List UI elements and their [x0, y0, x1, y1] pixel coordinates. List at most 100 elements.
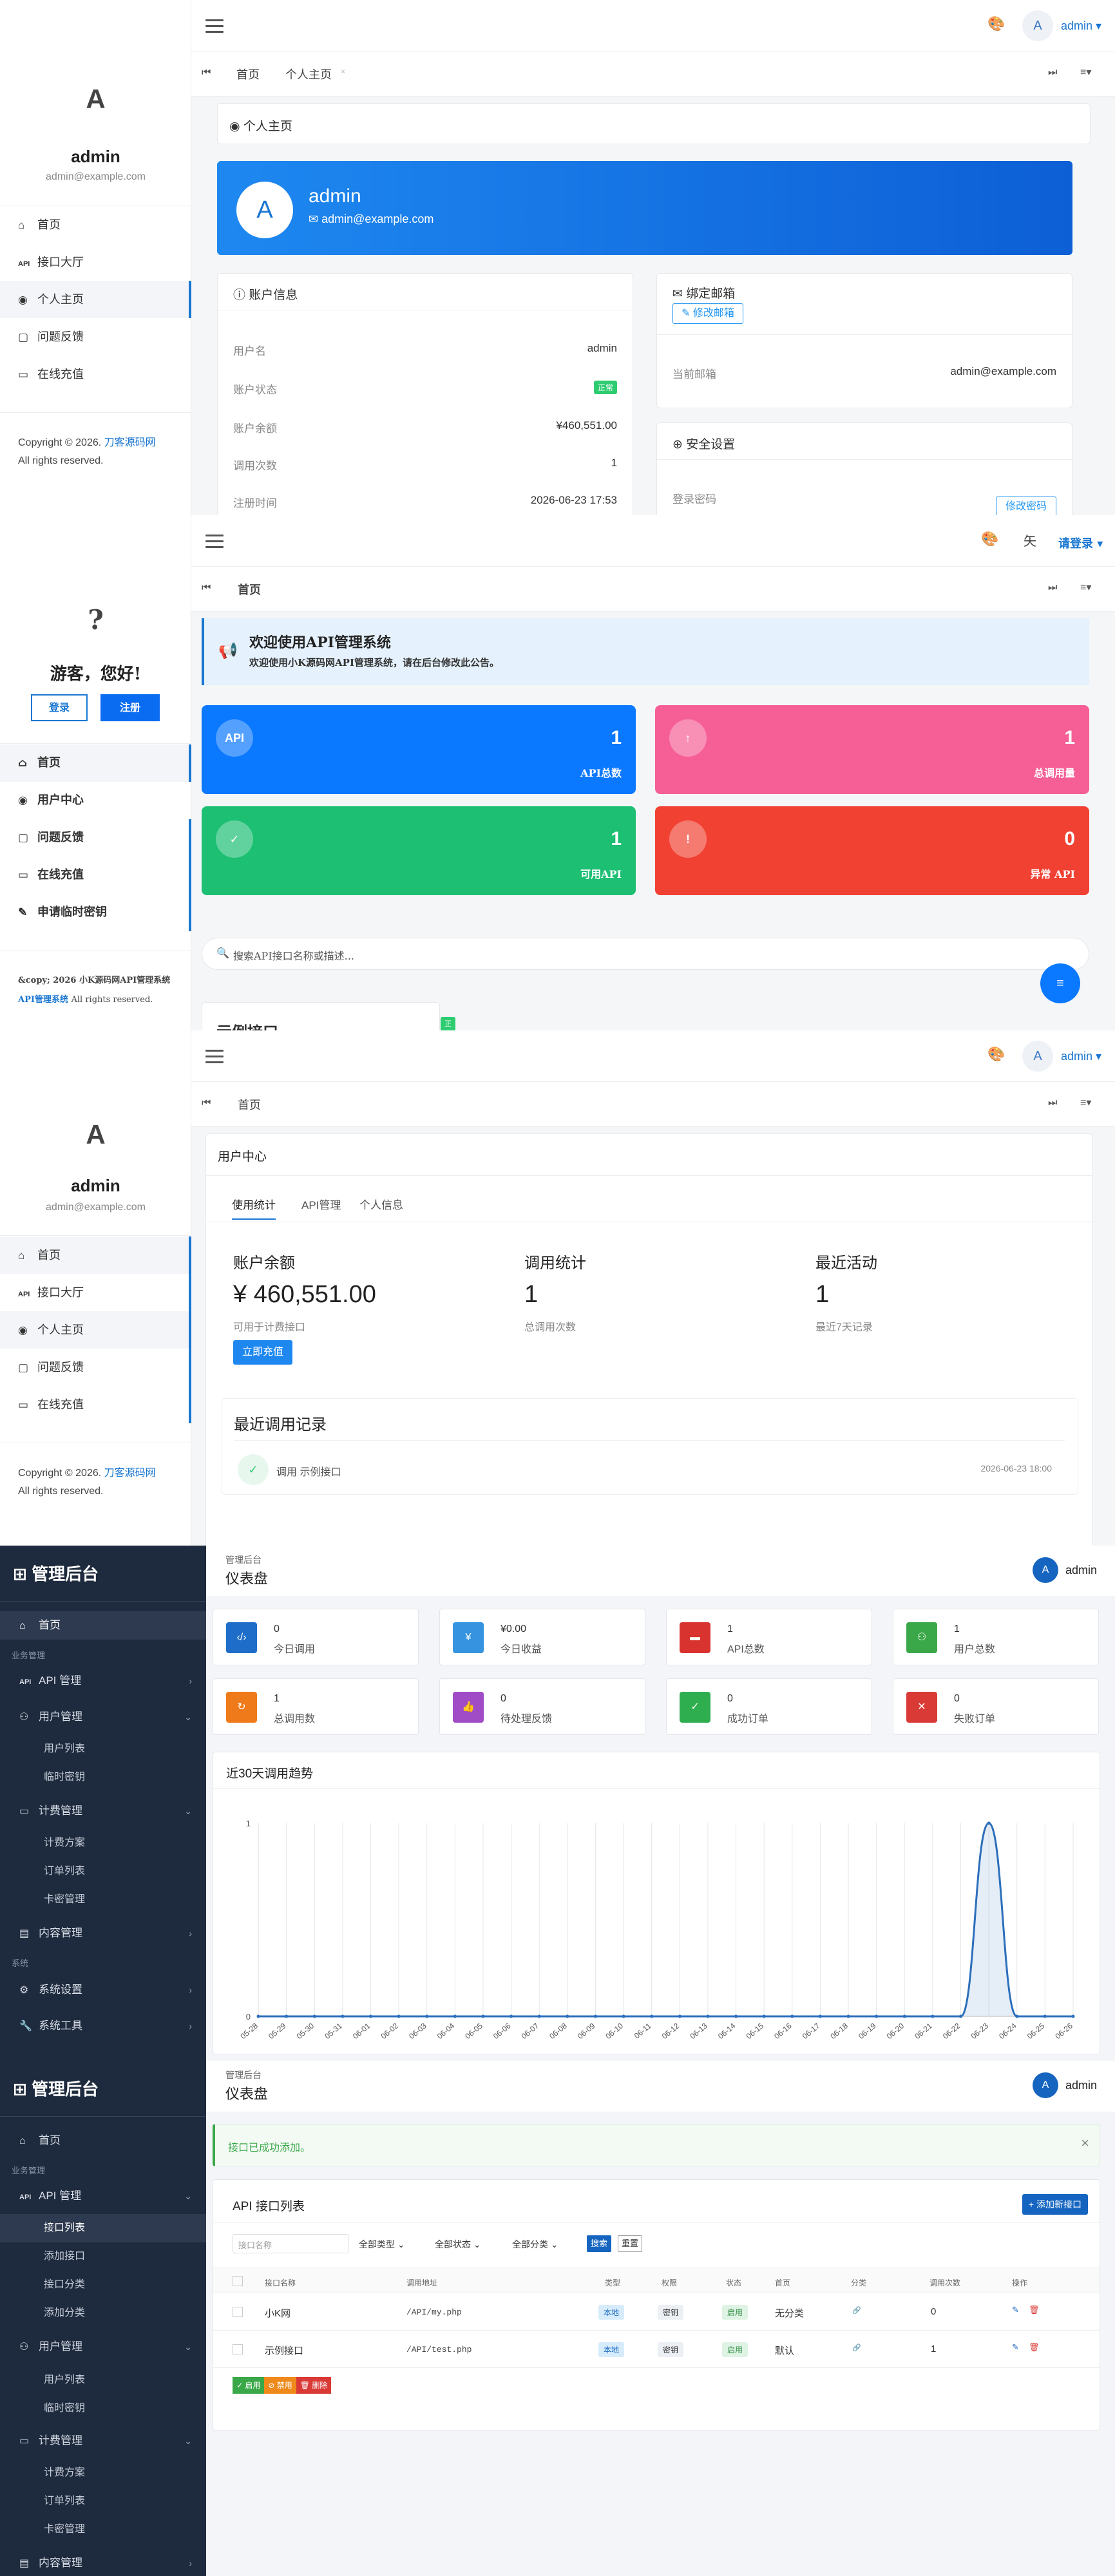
palette-icon[interactable]: 🎨 — [987, 1046, 1005, 1063]
change-password-button[interactable]: 修改密码 — [996, 497, 1056, 515]
link-icon[interactable]: 🔗 — [852, 2344, 861, 2352]
tab-prev-icon[interactable]: ⏮ — [202, 1097, 211, 1109]
recharge-button[interactable]: 立即充值 — [233, 1340, 292, 1365]
tab-profile[interactable]: 个人主页 — [285, 66, 332, 82]
login-menu[interactable]: 请登录 ▾ — [1058, 535, 1103, 551]
user-menu[interactable]: admin ▾ — [1061, 19, 1101, 33]
footer-link[interactable]: API管理系统 — [18, 995, 68, 1005]
nav-cards[interactable]: 卡密管理 — [0, 2515, 206, 2544]
menu-toggle-icon[interactable] — [205, 19, 224, 33]
footer-link[interactable]: 刀客源码网 — [104, 1468, 156, 1479]
tab-home[interactable]: 首页 — [238, 581, 261, 598]
nav-home[interactable]: ⌂ 首页 — [0, 1611, 206, 1640]
palette-icon[interactable]: 🎨 — [981, 531, 998, 547]
nav-content[interactable]: ▤ 内容管理 › — [0, 2549, 206, 2576]
nav-plans[interactable]: 计费方案 — [0, 2459, 206, 2487]
avatar[interactable]: A — [1033, 1557, 1058, 1583]
nav-orders[interactable]: 订单列表 — [0, 2487, 206, 2515]
nav-user-list[interactable]: 用户列表 — [0, 1735, 206, 1763]
sidebar-item-feedback[interactable]: ▢ 问题反馈 — [0, 318, 191, 355]
admin-username[interactable]: admin — [1065, 2079, 1097, 2092]
bulk-enable-button[interactable]: ✓ 启用 — [233, 2377, 265, 2394]
nav-orders[interactable]: 订单列表 — [0, 1857, 206, 1886]
nav-user[interactable]: ⚇ 用户管理 ⌄ — [0, 1703, 206, 1731]
nav-category-add[interactable]: 添加分类 — [0, 2299, 206, 2327]
footer-link[interactable]: 刀客源码网 — [104, 437, 156, 448]
tab-api-manage[interactable]: API管理 — [301, 1196, 341, 1212]
sidebar-item-recharge[interactable]: ▭ 在线充值 — [0, 355, 191, 393]
link-icon[interactable]: 🔗 — [852, 2306, 861, 2315]
tab-menu-icon[interactable]: ≡▾ — [1080, 581, 1091, 594]
register-button[interactable]: 注册 — [100, 694, 160, 721]
row-checkbox[interactable] — [233, 2344, 243, 2354]
bulk-disable-button[interactable]: ⊘ 禁用 — [264, 2377, 296, 2394]
nav-api[interactable]: API API 管理 › — [0, 1667, 206, 1695]
nav-api[interactable]: API API 管理 ⌄ — [0, 2182, 206, 2210]
admin-username[interactable]: admin — [1065, 1564, 1097, 1577]
tab-next-icon[interactable]: ⏭ — [1048, 582, 1057, 594]
edit-icon[interactable]: ✎ — [1012, 2342, 1019, 2353]
select-all-checkbox[interactable] — [233, 2276, 243, 2286]
sidebar-item-profile[interactable]: ◉ 个人主页 — [0, 281, 191, 318]
type-select[interactable]: 全部类型 ⌄ — [359, 2238, 405, 2251]
nav-cards[interactable]: 卡密管理 — [0, 1886, 206, 1914]
tab-prev-icon[interactable]: ⏮ — [202, 67, 211, 79]
sidebar-item-user-center[interactable]: ◉ 用户中心 — [0, 782, 191, 819]
login-button[interactable]: 登录 — [31, 694, 88, 721]
sidebar-item-feedback[interactable]: ▢ 问题反馈 — [0, 1349, 191, 1386]
nav-plans[interactable]: 计费方案 — [0, 1829, 206, 1857]
trash-icon[interactable]: 🗑 — [1029, 2342, 1040, 2353]
nav-billing[interactable]: ▭ 计费管理 ⌄ — [0, 2427, 206, 2455]
nav-api-add[interactable]: 添加接口 — [0, 2242, 206, 2271]
bulk-delete-button[interactable]: 🗑 删除 — [296, 2377, 332, 2394]
sidebar-item-profile[interactable]: ◉ 个人主页 — [0, 1311, 191, 1349]
sidebar-item-recharge[interactable]: ▭ 在线充值 — [0, 1386, 191, 1423]
nav-settings[interactable]: ⚙ 系统设置 › — [0, 1976, 206, 2004]
api-search-bar[interactable]: 🔍 搜索API接口名称或描述... — [202, 938, 1089, 970]
api-name-input[interactable]: 接口名称 — [233, 2234, 348, 2253]
nav-user-list[interactable]: 用户列表 — [0, 2366, 206, 2394]
trash-icon[interactable]: 🗑 — [1029, 2305, 1040, 2315]
avatar[interactable]: A — [1022, 1041, 1053, 1072]
tab-home[interactable]: 首页 — [238, 1096, 261, 1113]
avatar-char[interactable]: 矢 — [1015, 526, 1045, 556]
status-select[interactable]: 全部状态 ⌄ — [435, 2238, 481, 2251]
nav-api-list[interactable]: 接口列表 — [0, 2214, 206, 2242]
sidebar-item-home[interactable]: ⌂ 首页 — [0, 206, 191, 243]
sidebar-item-recharge[interactable]: ▭ 在线充值 — [0, 857, 191, 894]
avatar[interactable]: A — [1033, 2072, 1058, 2098]
add-api-button[interactable]: + 添加新接口 — [1022, 2194, 1088, 2215]
nav-user[interactable]: ⚇ 用户管理 ⌄ — [0, 2333, 206, 2361]
tab-next-icon[interactable]: ⏭ — [1048, 1097, 1057, 1109]
floating-list-button[interactable]: ≡ — [1040, 963, 1080, 1003]
tab-menu-icon[interactable]: ≡▾ — [1080, 1096, 1091, 1109]
search-button[interactable]: 搜索 — [587, 2235, 612, 2252]
menu-toggle-icon[interactable] — [205, 535, 224, 549]
sidebar-item-api-hall[interactable]: API 接口大厅 — [0, 243, 191, 281]
nav-tools[interactable]: 🔧 系统工具 › — [0, 2012, 206, 2040]
reset-button[interactable]: 重置 — [618, 2235, 643, 2252]
nav-api-category[interactable]: 接口分类 — [0, 2271, 206, 2299]
nav-billing[interactable]: ▭ 计费管理 ⌄ — [0, 1797, 206, 1825]
tab-close-icon[interactable]: × — [341, 67, 345, 76]
row-checkbox[interactable] — [233, 2307, 243, 2317]
sidebar-item-home[interactable]: ⌂ 首页 — [0, 744, 191, 782]
tab-usage-stats[interactable]: 使用统计 — [232, 1196, 276, 1220]
sidebar-item-home[interactable]: ⌂ 首页 — [0, 1236, 191, 1274]
tab-prev-icon[interactable]: ⏮ — [202, 582, 211, 594]
nav-temp-key[interactable]: 临时密钥 — [0, 2394, 206, 2423]
close-icon[interactable]: × — [1081, 2135, 1089, 2152]
menu-toggle-icon[interactable] — [205, 1050, 224, 1064]
tab-menu-icon[interactable]: ≡▾ — [1080, 66, 1091, 79]
sidebar-item-api-hall[interactable]: API 接口大厅 — [0, 1274, 191, 1311]
category-select[interactable]: 全部分类 ⌄ — [512, 2238, 558, 2251]
palette-icon[interactable]: 🎨 — [987, 15, 1005, 32]
avatar[interactable]: A — [1022, 10, 1053, 41]
nav-temp-key[interactable]: 临时密钥 — [0, 1763, 206, 1792]
api-card[interactable]: 示例接口 正常 — [202, 1002, 455, 1030]
sidebar-item-feedback[interactable]: ▢ 问题反馈 — [0, 819, 191, 857]
user-menu[interactable]: admin ▾ — [1061, 1050, 1101, 1063]
nav-home[interactable]: ⌂ 首页 — [0, 2126, 206, 2155]
edit-email-button[interactable]: ✎ 修改邮箱 — [672, 303, 743, 324]
tab-personal-info[interactable]: 个人信息 — [359, 1196, 403, 1212]
